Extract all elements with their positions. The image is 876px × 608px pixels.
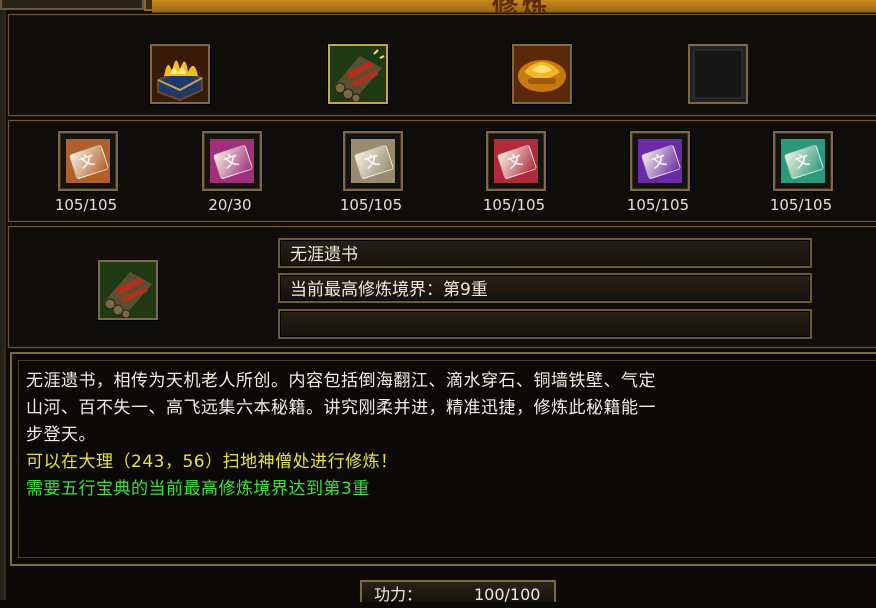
scroll-slot-2[interactable]: 文: [202, 131, 262, 191]
bundle-icon: [100, 262, 156, 318]
power-bar: 功力： 100/100: [360, 580, 556, 604]
scroll-pink-icon: 文: [210, 139, 254, 183]
scroll-count-2: 20/30: [208, 196, 252, 214]
scroll-count-3: 105/105: [339, 196, 403, 214]
description-line-1: 无涯遗书，相传为天机老人所创。内容包括倒海翻江、滴水穿石、铜墙铁壁、气定: [26, 371, 656, 391]
scroll-red-icon: 文: [494, 139, 538, 183]
scroll-count-5: 105/105: [626, 196, 690, 214]
fire-book-icon: [152, 46, 208, 102]
training-location: 可以在大理（243，56）扫地神僧处进行修炼！: [26, 452, 398, 472]
scroll-purple-icon: 文: [638, 139, 682, 183]
scroll-panel: [8, 120, 876, 222]
training-requirement: 需要五行宝典的当前最高修炼境界达到第3重: [26, 479, 370, 499]
left-frame-strip: [0, 10, 6, 600]
empty-slot-icon: [693, 49, 743, 99]
description-line-2: 山河、百不失一、高飞远集六本秘籍。讲究刚柔并进，精准迅捷，修炼此秘籍能一: [26, 398, 656, 418]
description-text: 无涯遗书，相传为天机老人所创。内容包括倒海翻江、滴水穿石、铜墙铁壁、气定 山河、…: [26, 368, 866, 503]
extra-field: [278, 309, 812, 339]
gold-slot[interactable]: [512, 44, 572, 104]
scroll-count-4: 105/105: [482, 196, 546, 214]
realm-field: 当前最高修炼境界：第9重: [278, 273, 812, 303]
top-left-tab: [0, 0, 144, 10]
scroll-slot-5[interactable]: 文: [630, 131, 690, 191]
scroll-slot-4[interactable]: 文: [486, 131, 546, 191]
description-line-3: 步登天。: [26, 425, 96, 445]
bundle-icon: [330, 46, 386, 102]
selected-item-slot[interactable]: [98, 260, 158, 320]
scroll-count-6: 105/105: [769, 196, 833, 214]
gold-ingot-icon: [514, 46, 570, 102]
power-value: 100/100: [474, 585, 541, 604]
book-slot-1[interactable]: [150, 44, 210, 104]
power-label: 功力：: [374, 585, 423, 604]
bundle-slot[interactable]: [328, 44, 388, 104]
item-name-field: 无涯遗书: [278, 238, 812, 268]
scroll-count-1: 105/105: [54, 196, 118, 214]
scroll-slot-6[interactable]: 文: [773, 131, 833, 191]
scroll-slot-1[interactable]: 文: [58, 131, 118, 191]
empty-slot[interactable]: [688, 44, 748, 104]
scroll-slot-3[interactable]: 文: [343, 131, 403, 191]
scroll-orange-icon: 文: [66, 139, 110, 183]
scroll-teal-icon: 文: [781, 139, 825, 183]
scroll-tan-icon: 文: [351, 139, 395, 183]
